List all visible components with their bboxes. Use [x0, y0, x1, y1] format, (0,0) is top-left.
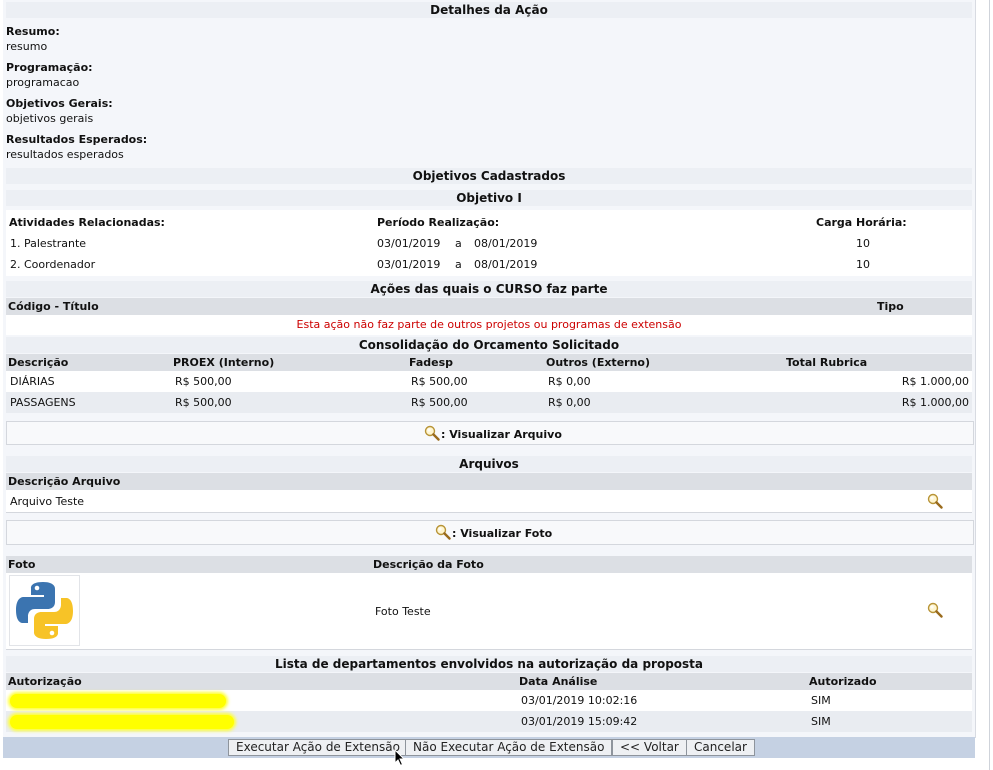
list-item — [6, 573, 972, 650]
col-autorizacao: Autorização — [8, 675, 82, 688]
col-descricao: Descrição — [8, 356, 69, 369]
programacao-value: programacao — [6, 76, 80, 89]
periodo-inicio: 03/01/2019 — [377, 237, 441, 250]
orcamento-descricao: DIÁRIAS — [10, 375, 55, 388]
autorizado-cell: SIM — [811, 694, 831, 707]
col-carga: Carga Horária: — [816, 216, 907, 229]
col-descricao-arquivo: Descrição Arquivo — [8, 475, 121, 488]
python-logo-image — [16, 582, 73, 639]
voltar-button[interactable]: << Voltar — [612, 739, 687, 756]
orcamento-descricao: PASSAGENS — [10, 396, 76, 409]
col-proex: PROEX (Interno) — [173, 356, 275, 369]
col-codigo-titulo: Código - Título — [8, 300, 99, 313]
foto-legend-label: : Visualizar Foto — [452, 527, 553, 540]
redacted-department-name — [10, 715, 234, 729]
col-data-analise: Data Análise — [519, 675, 598, 688]
view-file-magnifier-icon[interactable] — [927, 493, 943, 509]
col-tipo: Tipo — [877, 300, 904, 313]
list-item — [6, 490, 972, 513]
orcamento-fadesp: R$ 500,00 — [411, 375, 468, 388]
table-row — [6, 371, 972, 392]
col-atividades: Atividades Relacionadas: — [9, 216, 165, 229]
periodo-sep: a — [455, 237, 462, 250]
magnifier-icon — [435, 524, 451, 540]
col-total: Total Rubrica — [786, 356, 868, 369]
orcamento-total: R$ 1.000,00 — [901, 396, 969, 409]
acoes-header-band — [6, 298, 972, 315]
periodo-fim: 08/01/2019 — [474, 258, 538, 271]
resumo-label: Resumo: — [6, 25, 60, 38]
col-outros: Outros (Externo) — [546, 356, 650, 369]
data-analise-cell: 03/01/2019 15:09:42 — [521, 715, 638, 728]
atividade-cell: 1. Palestrante — [10, 237, 87, 250]
resultados-value: resultados esperados — [6, 148, 124, 161]
col-periodo: Período Realização: — [377, 216, 500, 229]
col-descricao-foto: Descrição da Foto — [373, 558, 484, 571]
atividade-cell: 2. Coordenador — [10, 258, 96, 271]
resumo-value: resumo — [6, 40, 48, 53]
resultados-label: Resultados Esperados: — [6, 133, 148, 146]
fotos-header-band — [6, 556, 972, 573]
programacao-label: Programação: — [6, 61, 93, 74]
objetivos-gerais-label: Objetivos Gerais: — [6, 97, 113, 110]
orcamento-total: R$ 1.000,00 — [901, 375, 969, 388]
section-title-orcamento: Consolidação do Orcamento Solicitado — [6, 337, 972, 353]
col-fadesp: Fadesp — [409, 356, 454, 369]
acoes-empty-message: Esta ação não faz parte de outros projet… — [296, 318, 682, 331]
carga-cell: 10 — [856, 258, 870, 271]
autorizado-cell: SIM — [811, 715, 831, 728]
periodo-inicio: 03/01/2019 — [377, 258, 441, 271]
orcamento-proex: R$ 500,00 — [175, 375, 232, 388]
orcamento-fadesp: R$ 500,00 — [411, 396, 468, 409]
arquivo-legend-label: : Visualizar Arquivo — [441, 428, 562, 441]
foto-descricao: Foto Teste — [375, 605, 431, 618]
arquivo-descricao: Arquivo Teste — [10, 495, 85, 508]
magnifier-icon — [424, 425, 440, 441]
section-title-objetivos: Objetivos Cadastrados — [6, 168, 972, 184]
cancelar-button[interactable]: Cancelar — [686, 739, 755, 756]
orcamento-outros: R$ 0,00 — [548, 375, 591, 388]
periodo-sep: a — [455, 258, 462, 271]
section-title-acoes: Ações das quais o CURSO faz parte — [6, 281, 972, 297]
section-title-departamentos: Lista de departamentos envolvidos na aut… — [6, 656, 972, 672]
section-title-detalhes: Detalhes da Ação — [6, 2, 972, 18]
table-row — [6, 392, 972, 413]
mouse-cursor-icon — [394, 749, 406, 767]
periodo-fim: 08/01/2019 — [474, 237, 538, 250]
arquivos-header-band — [6, 473, 972, 490]
col-autorizado: Autorizado — [809, 675, 877, 688]
photo-thumbnail[interactable] — [9, 575, 80, 646]
nao-executar-acao-button[interactable]: Não Executar Ação de Extensão — [405, 739, 613, 756]
orcamento-outros: R$ 0,00 — [548, 396, 591, 409]
view-photo-magnifier-icon[interactable] — [927, 602, 943, 618]
col-foto: Foto — [8, 558, 36, 571]
section-title-arquivos: Arquivos — [6, 456, 972, 472]
carga-cell: 10 — [856, 237, 870, 250]
data-analise-cell: 03/01/2019 10:02:16 — [521, 694, 638, 707]
executar-acao-button[interactable]: Executar Ação de Extensão — [228, 739, 408, 756]
objetivo-subtitle: Objetivo I — [6, 190, 972, 206]
scrollbar-edge[interactable] — [989, 0, 990, 770]
redacted-department-name — [10, 694, 226, 708]
objetivos-gerais-value: objetivos gerais — [6, 112, 94, 125]
orcamento-proex: R$ 500,00 — [175, 396, 232, 409]
